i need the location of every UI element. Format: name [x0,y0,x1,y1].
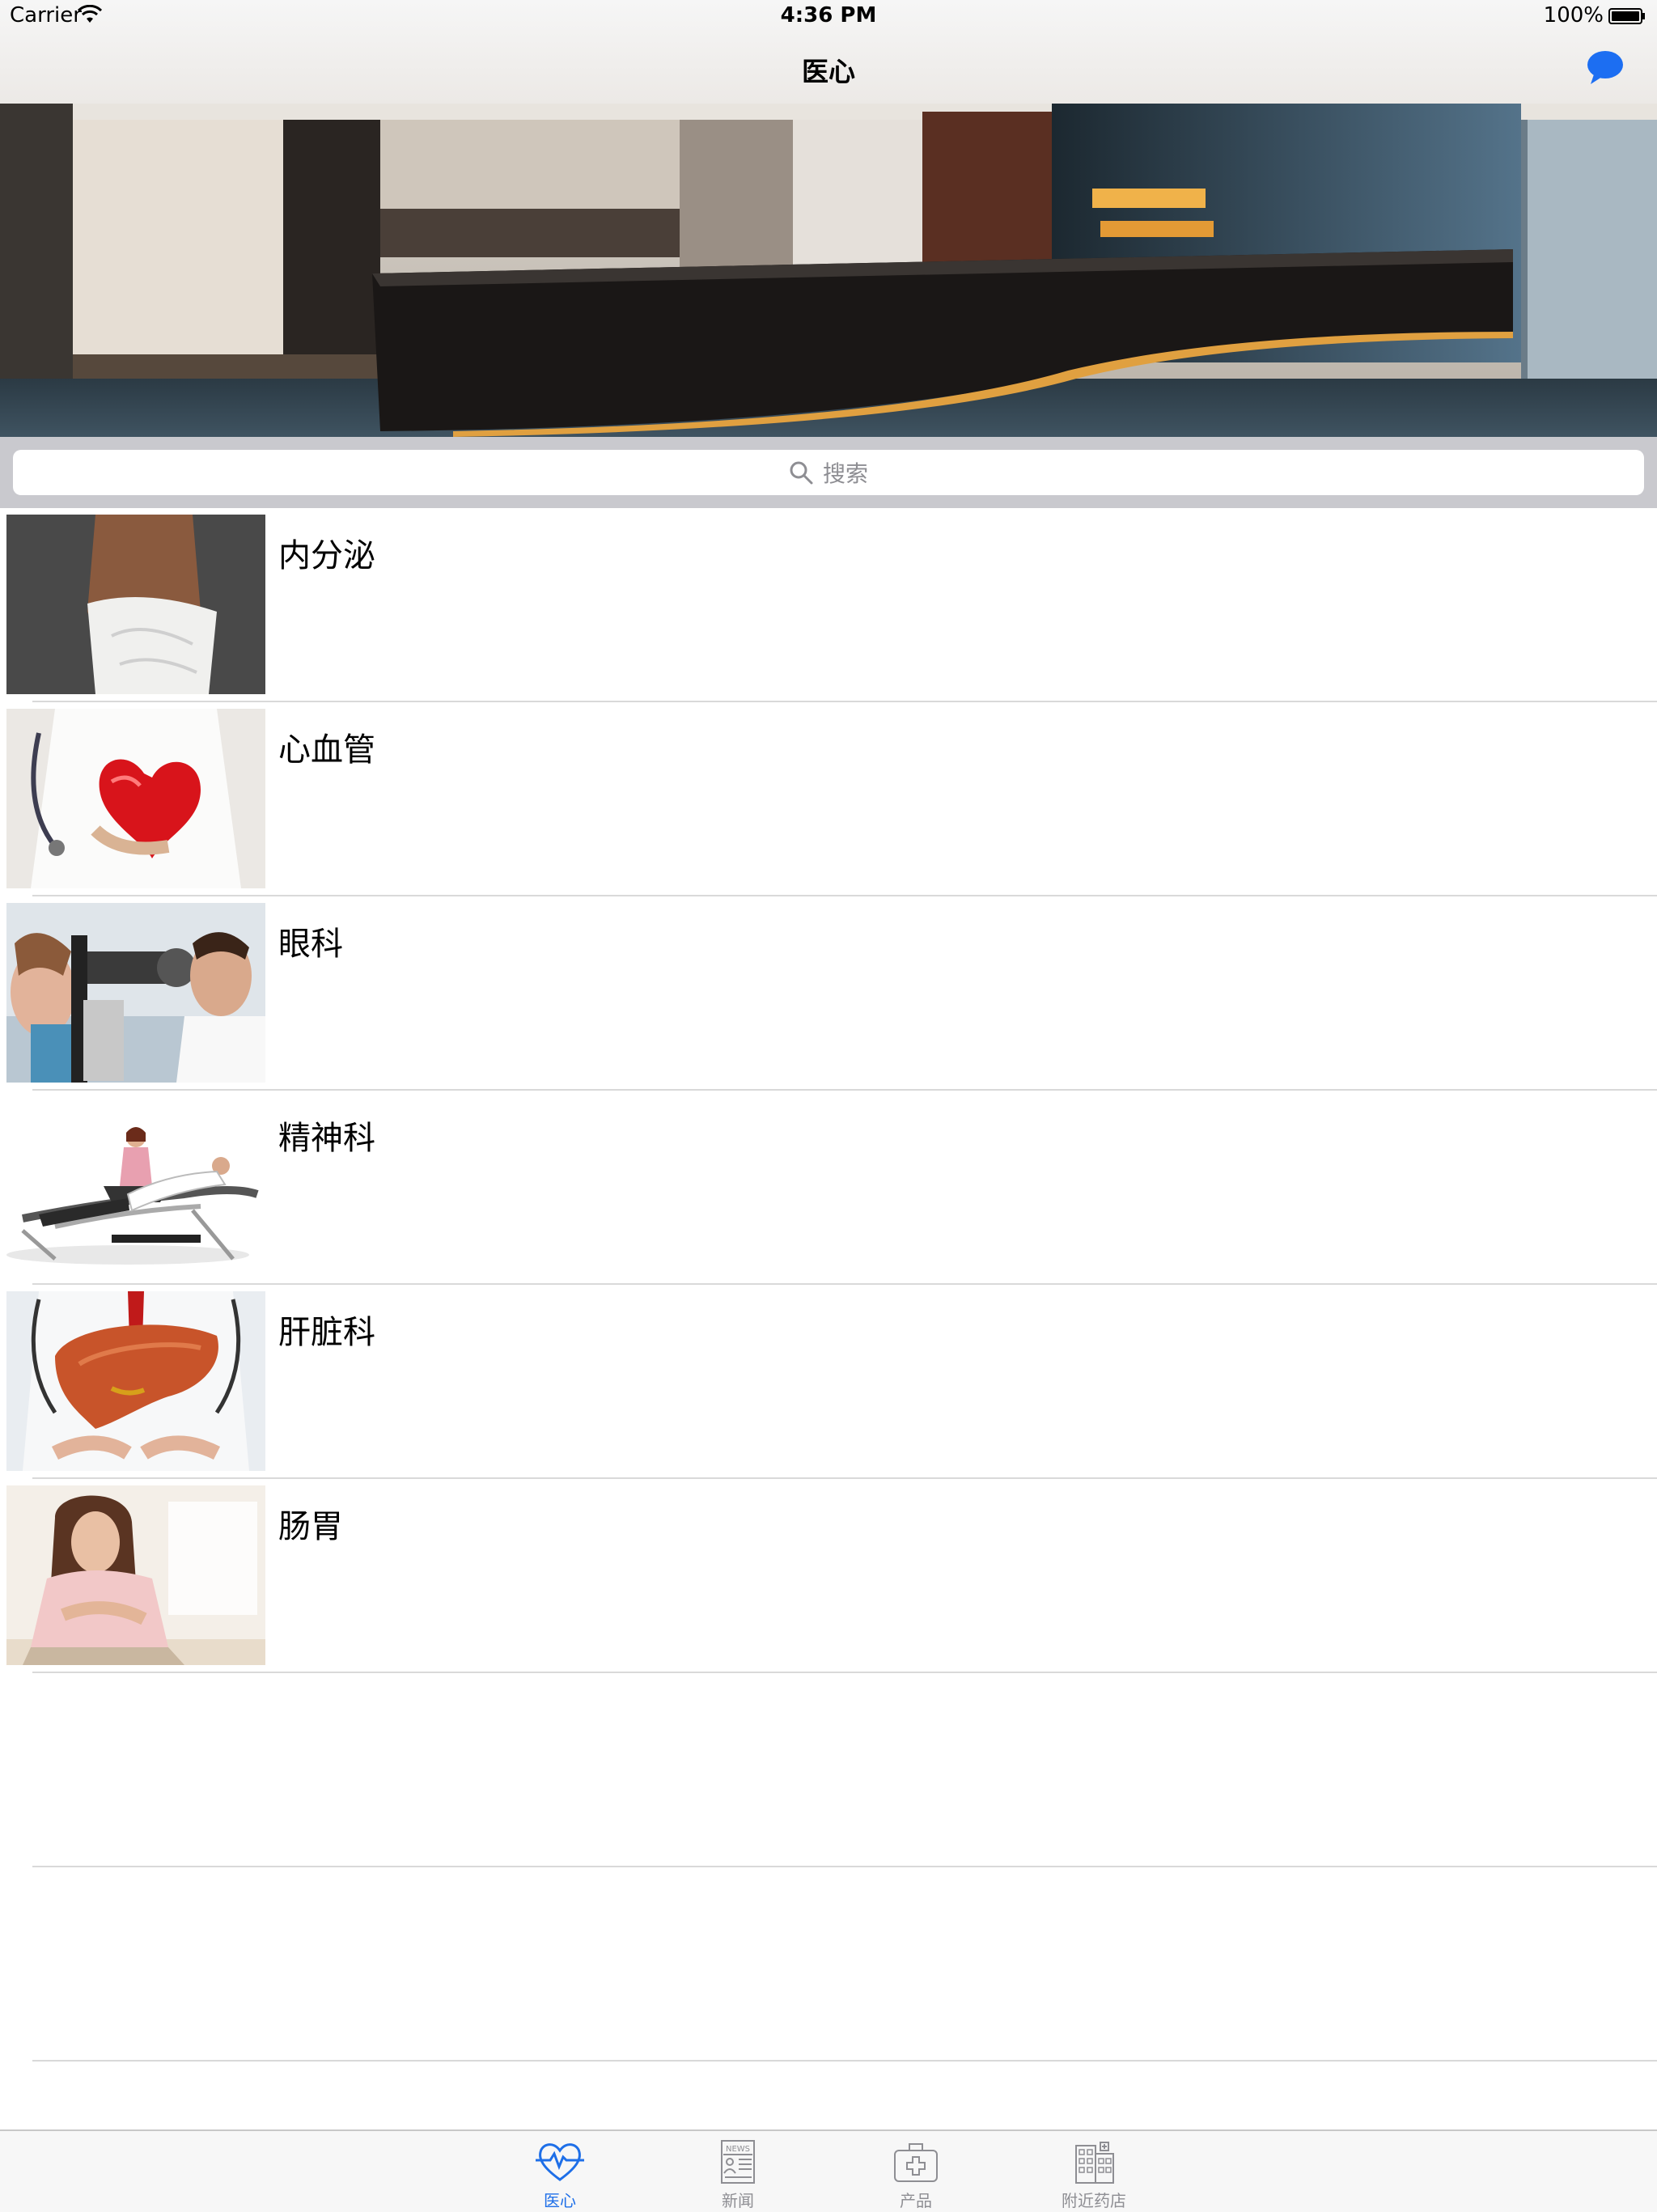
gastroenterology-thumbnail [6,1485,265,1665]
search-bar: 搜索 [0,437,1657,508]
list-item-gastroenterology[interactable]: 肠胃 [0,1479,1657,1673]
tab-label: 产品 [900,2191,932,2210]
search-input[interactable]: 搜索 [13,450,1644,495]
tab-label: 附近药店 [1062,2191,1126,2210]
list-item-label: 心血管 [278,731,375,769]
list-item-label: 肠胃 [278,1508,343,1545]
hospital-banner-image [0,104,1657,437]
tab-yixin[interactable]: 医心 [495,2131,625,2212]
hepatology-thumbnail [6,1291,265,1471]
list-item-label: 肝脏科 [278,1314,375,1351]
list-item-label: 内分泌 [278,537,375,574]
list-item-label: 精神科 [278,1120,375,1157]
newspaper-icon: NEWS [721,2140,755,2184]
building-icon [1075,2142,1114,2184]
psychiatry-thumbnail [6,1097,265,1277]
tab-label: 新闻 [722,2191,754,2210]
list-item-label: 眼科 [278,926,343,963]
status-time: 4:36 PM [780,3,877,28]
list-item-hepatology[interactable]: 肝脏科 [0,1285,1657,1479]
svg-text:NEWS: NEWS [726,2145,750,2154]
search-icon [790,461,813,485]
empty-row [0,1673,1657,1867]
tab-news[interactable]: NEWS 新闻 [673,2131,803,2212]
department-list: 内分泌 心血管 眼科 精神科 肝脏科 肠胃 [0,508,1657,2062]
tab-nearby-pharmacy[interactable]: 附近药店 [1029,2131,1159,2212]
medical-kit-icon [894,2143,938,2182]
list-item-ophthalmology[interactable]: 眼科 [0,896,1657,1091]
row-separator [32,2060,1657,2062]
search-placeholder: 搜索 [822,460,868,487]
list-item-cardiovascular[interactable]: 心血管 [0,702,1657,896]
list-item-psychiatry[interactable]: 精神科 [0,1091,1657,1285]
empty-row [0,1867,1657,2062]
tab-products[interactable]: 产品 [851,2131,981,2212]
battery-icon [1608,8,1645,24]
page-title: 医心 [802,56,855,87]
navigation-bar: Carrier 4:36 PM 100% 医心 [0,0,1657,105]
ophthalmology-thumbnail [6,903,265,1083]
tab-label: 医心 [544,2191,576,2210]
heart-pulse-icon [536,2143,584,2181]
endocrine-thumbnail [6,515,265,694]
cardiovascular-thumbnail [6,709,265,888]
tab-bar: 医心 NEWS 新闻 产品 附近药店 [0,2129,1657,2212]
chat-bubble-icon[interactable] [1586,49,1625,86]
battery-percentage: 100% [1543,3,1604,28]
list-item-endocrine[interactable]: 内分泌 [0,508,1657,702]
